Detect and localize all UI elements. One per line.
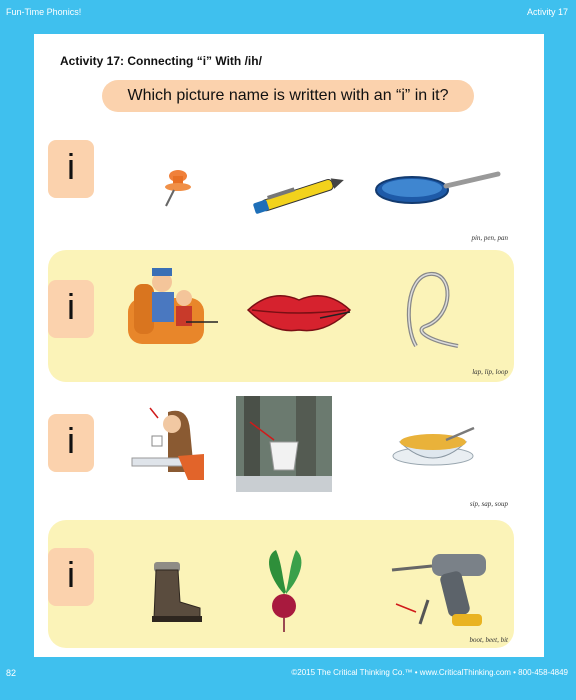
- letter-box: i: [48, 548, 94, 606]
- worksheet-page: Activity 17: Connecting “i” With /ih/ Wh…: [34, 34, 544, 657]
- soup-bowl-icon[interactable]: [388, 422, 478, 470]
- picture-row-4: i boot, beet, bit: [48, 520, 514, 648]
- letter-box: i: [48, 280, 94, 338]
- picture-row-2: i lap, lip, loop: [48, 250, 514, 382]
- activity-label: Activity 17: [526, 7, 568, 17]
- series-label: Fun-Time Phonics!: [6, 7, 82, 17]
- lap-icon[interactable]: [124, 264, 220, 352]
- sip-icon[interactable]: [128, 402, 216, 482]
- copyright-text: ©2015 The Critical Thinking Co.™ • www.C…: [291, 668, 568, 677]
- activity-title: Activity 17: Connecting “i” With /ih/: [60, 54, 262, 68]
- page-number: 82: [6, 668, 17, 678]
- drill-bit-icon[interactable]: [382, 544, 502, 632]
- caption: lap, lip, loop: [472, 368, 508, 376]
- caption: sip, sap, soup: [469, 500, 508, 508]
- letter-box: i: [48, 140, 94, 198]
- footer-bar: 82 ©2015 The Critical Thinking Co.™ • ww…: [0, 661, 576, 700]
- lips-icon[interactable]: [244, 286, 354, 336]
- picture-row-3: i sip, sap, soup: [48, 396, 514, 512]
- frying-pan-icon[interactable]: [372, 168, 502, 214]
- picture-row-1: i pin, pen, pan: [48, 136, 514, 248]
- caption: boot, beet, bit: [469, 636, 509, 644]
- caption: pin, pen, pan: [471, 234, 508, 242]
- top-bar: Fun-Time Phonics! Activity 17: [0, 0, 576, 34]
- boot-icon[interactable]: [140, 562, 204, 626]
- pen-icon[interactable]: [248, 174, 350, 214]
- loop-icon[interactable]: [396, 266, 466, 356]
- question-banner: Which picture name is written with an “i…: [102, 80, 474, 112]
- sap-bucket-icon[interactable]: [236, 396, 332, 492]
- letter-box: i: [48, 414, 94, 472]
- beet-icon[interactable]: [258, 546, 312, 636]
- pushpin-icon[interactable]: [154, 166, 198, 210]
